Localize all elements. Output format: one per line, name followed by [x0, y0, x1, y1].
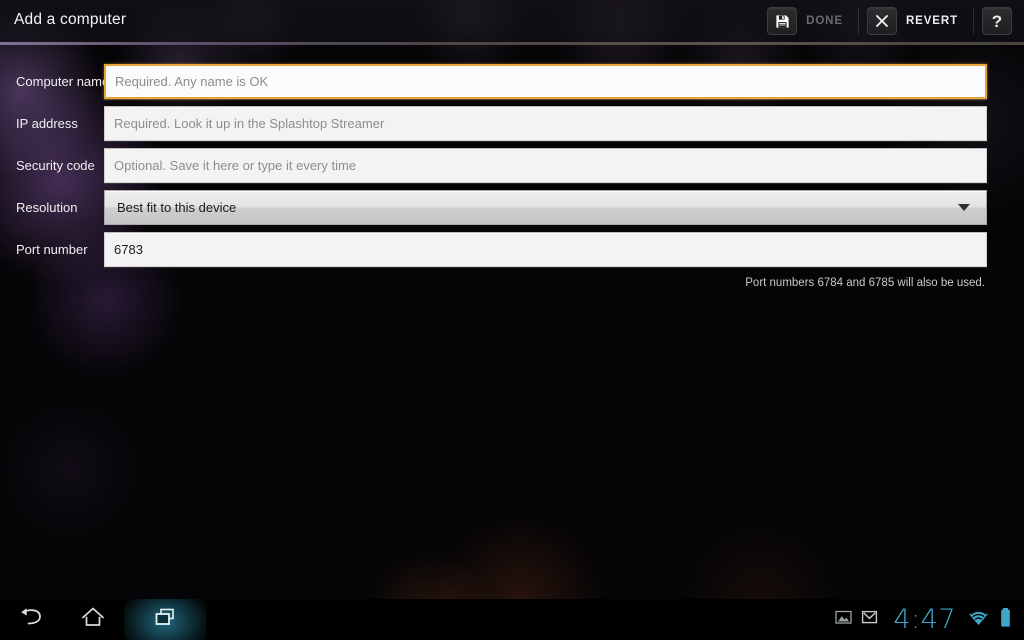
computer-name-input[interactable]: Required. Any name is OK [104, 63, 987, 99]
port-number-input[interactable]: 6783 [104, 231, 987, 267]
back-button[interactable] [0, 599, 62, 640]
field-wrap-resolution: Best fit to this device [104, 189, 987, 225]
back-arrow-icon [17, 605, 45, 634]
close-x-icon [874, 13, 890, 29]
mail-notification-icon[interactable] [861, 609, 878, 630]
form-row-resolution: Resolution Best fit to this device [0, 186, 1024, 228]
label-ip-address: IP address [16, 115, 78, 131]
done-label: DONE [806, 15, 843, 27]
action-divider-2 [973, 8, 974, 34]
resolution-select[interactable]: Best fit to this device [104, 189, 987, 225]
page-title: Add a computer [14, 11, 127, 28]
floppy-disk-save-icon [775, 14, 790, 29]
question-mark-icon: ? [991, 11, 1003, 31]
revert-action[interactable]: REVERT [863, 0, 969, 42]
close-button[interactable] [866, 7, 897, 35]
save-button[interactable] [767, 7, 798, 35]
recent-apps-icon [151, 605, 179, 634]
label-resolution: Resolution [16, 199, 78, 215]
home-button[interactable] [62, 599, 124, 640]
field-wrap-port-number: 6783 [104, 231, 987, 267]
wifi-icon[interactable] [967, 608, 990, 632]
system-navigation-bar: 4:47 [0, 599, 1024, 640]
help-button[interactable]: ? [982, 7, 1012, 35]
status-clock: 4:47 [893, 604, 956, 635]
battery-full-icon[interactable] [999, 607, 1012, 633]
field-wrap-computer-name: Required. Any name is OK [104, 63, 987, 99]
home-icon [80, 605, 106, 634]
label-port-number: Port number [16, 241, 88, 257]
revert-label: REVERT [905, 15, 958, 27]
status-icons[interactable]: 4:47 [835, 606, 1024, 633]
form-row-ip-address: IP address Required. Look it up in the S… [0, 102, 1024, 144]
ip-address-input[interactable]: Required. Look it up in the Splashtop St… [104, 105, 987, 141]
help-action[interactable]: ? [978, 0, 1016, 42]
action-bar-buttons: DONE REVERT ? [763, 0, 1016, 42]
image-notification-icon[interactable] [835, 609, 853, 630]
computer-name-placeholder: Required. Any name is OK [115, 73, 269, 89]
add-computer-form: Computer name Required. Any name is OK I… [0, 45, 1024, 289]
action-divider [857, 8, 859, 34]
label-security-code: Security code [16, 157, 95, 173]
form-row-computer-name: Computer name Required. Any name is OK [0, 60, 1024, 102]
tablet-screen: Add a computer DONE REVERT ? Computer na… [0, 0, 1024, 640]
done-action[interactable]: DONE [763, 0, 854, 42]
field-wrap-ip-address: Required. Look it up in the Splashtop St… [104, 105, 987, 141]
label-computer-name: Computer name [16, 73, 110, 89]
form-row-port-number: Port number 6783 [0, 228, 1024, 270]
recent-apps-button[interactable] [124, 599, 206, 640]
port-hint-text: Port numbers 6784 and 6785 will also be … [745, 277, 985, 289]
security-code-input[interactable]: Optional. Save it here or type it every … [104, 147, 987, 183]
form-row-security-code: Security code Optional. Save it here or … [0, 144, 1024, 186]
security-code-placeholder: Optional. Save it here or type it every … [114, 157, 357, 173]
nav-buttons [0, 599, 206, 640]
action-bar: Add a computer DONE REVERT ? [0, 0, 1024, 45]
ip-address-placeholder: Required. Look it up in the Splashtop St… [114, 115, 385, 131]
port-number-value: 6783 [114, 241, 143, 257]
resolution-selected-value: Best fit to this device [117, 199, 237, 215]
chevron-down-icon [958, 204, 970, 211]
field-wrap-security-code: Optional. Save it here or type it every … [104, 147, 987, 183]
